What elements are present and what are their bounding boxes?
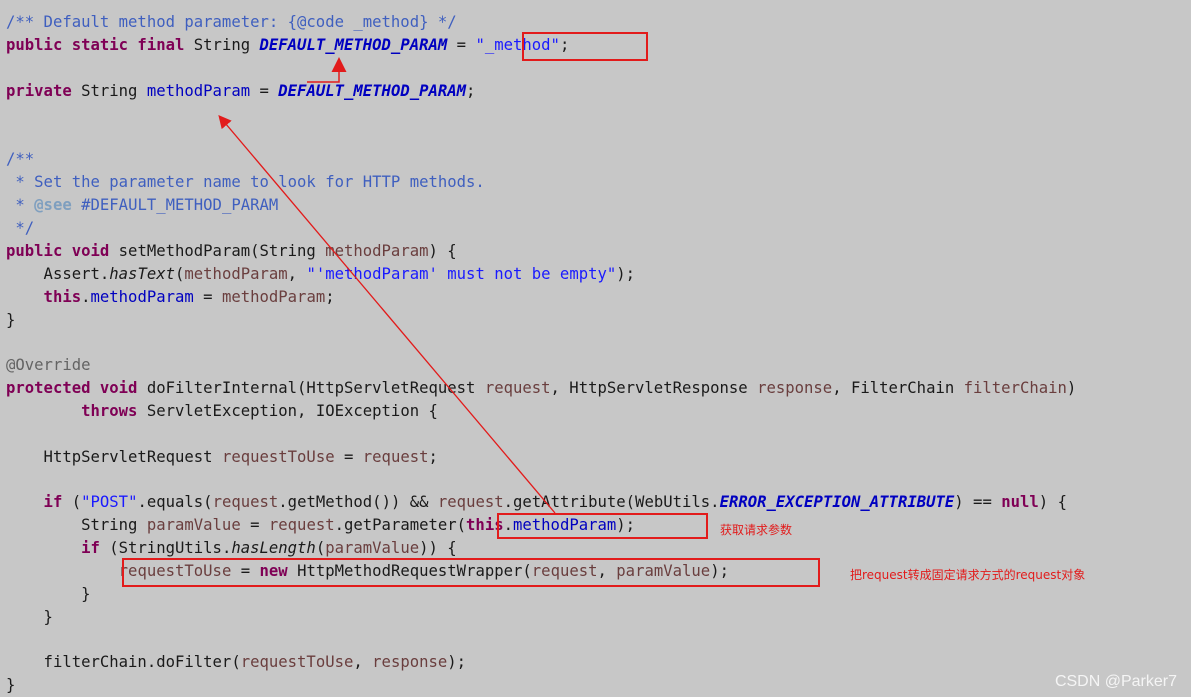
arrow-to-method-param <box>218 115 556 514</box>
arrow-to-default-value <box>307 57 347 83</box>
arrow-layer <box>218 57 556 514</box>
watermark: CSDN @Parker7 <box>1054 673 1177 690</box>
